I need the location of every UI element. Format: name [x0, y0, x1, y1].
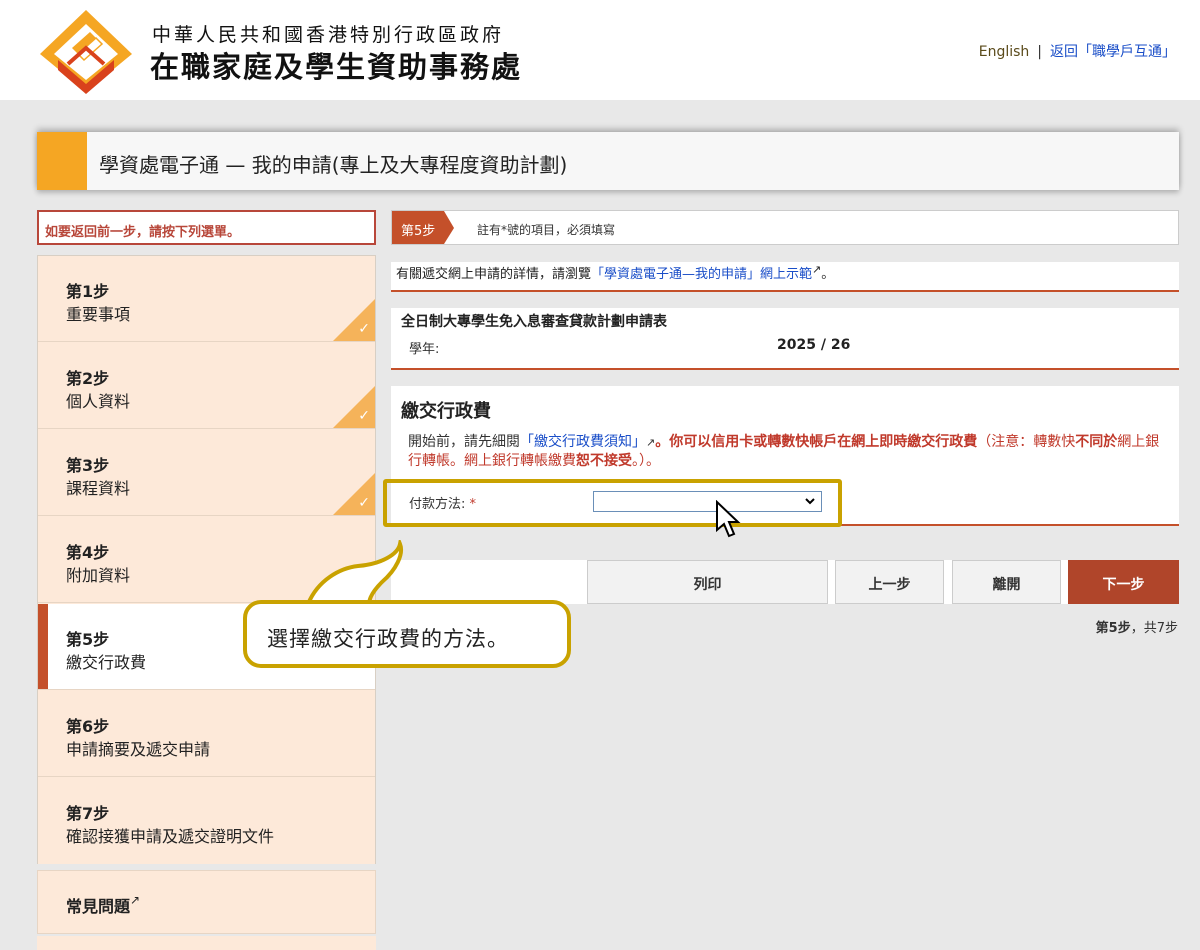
- step-indicator-bar: 第5步 註有*號的項目，必須填寫: [391, 210, 1179, 245]
- step-count-current: 第5步: [1095, 621, 1131, 636]
- external-link-icon: ↗: [812, 263, 822, 276]
- step-number: 第7步: [66, 804, 110, 823]
- payment-heading: 繳交行政費: [401, 401, 491, 422]
- step-count: 第5步，共7步: [1096, 617, 1178, 636]
- form-info-box: 全日制大專學生免入息審查貸款計劃申請表 學年: 2025 / 26: [391, 308, 1179, 370]
- faq-label: 常見問題: [66, 897, 131, 916]
- print-button[interactable]: 列印: [587, 560, 828, 604]
- sidebar-step-3[interactable]: 第3步 課程資料 ✓: [38, 430, 375, 516]
- step-name: 確認接獲申請及遞交證明文件: [66, 827, 275, 846]
- page-title-bar: 學資處電子通 — 我的申請(專上及大專程度資助計劃): [37, 132, 1179, 190]
- step-number: 第4步: [66, 543, 110, 562]
- callout-tail: [306, 540, 403, 607]
- info-prefix: 有關遞交網上申請的詳情，請瀏覽: [396, 267, 592, 282]
- sidebar-step-1[interactable]: 第1步 重要事項 ✓: [38, 256, 375, 342]
- info-suffix: 。: [821, 267, 835, 282]
- required-note: 註有*號的項目，必須填寫: [477, 223, 616, 237]
- step-name: 繳交行政費: [66, 653, 147, 672]
- step-name: 附加資料: [66, 566, 131, 585]
- step-count-total: 共7步: [1143, 621, 1178, 636]
- step-name: 個人資料: [66, 392, 131, 411]
- desc-note-bold1: 不同於: [1075, 434, 1118, 450]
- step-number: 第6步: [66, 717, 110, 736]
- desc-payment-methods: 。你可以信用卡或轉數快帳戶在網上即時繳交行政費: [655, 434, 978, 450]
- academic-year-value: 2025 / 26: [777, 337, 851, 353]
- desc-note-part3: 。）。: [632, 453, 660, 469]
- desc-note-bold2: 恕不接受: [576, 453, 632, 469]
- org-name-line1: 中華人民共和國香港特別行政區政府: [152, 24, 505, 46]
- demo-link[interactable]: 「學資處電子通—我的申請」網上示範: [591, 267, 812, 282]
- link-separator: |: [1037, 44, 1042, 60]
- academic-year-label: 學年:: [409, 342, 440, 357]
- active-step-indicator: [38, 604, 48, 689]
- sidebar-footer-strip: [37, 936, 376, 950]
- faq-link[interactable]: 常見問題↗: [37, 870, 376, 934]
- step-name: 申請摘要及遞交申請: [66, 740, 211, 759]
- check-icon: ✓: [358, 408, 370, 424]
- step-number: 第5步: [66, 630, 110, 649]
- payment-method-highlight: [383, 479, 842, 527]
- english-link[interactable]: English: [979, 44, 1030, 60]
- org-name-line2: 在職家庭及學生資助事務處: [150, 50, 523, 84]
- top-links: English | 返回「職學戶互通」: [979, 41, 1176, 61]
- page-title: 學資處電子通 — 我的申請(專上及大專程度資助計劃): [99, 153, 568, 177]
- payment-description: 開始前，請先細閱「繳交行政費須知」↗。你可以信用卡或轉數快帳戶在網上即時繳交行政…: [408, 433, 1168, 471]
- desc-note-part1: （注意：轉數快: [977, 434, 1076, 450]
- back-hint: 如要返回前一步，請按下列選單。: [37, 210, 376, 245]
- mouse-cursor-icon: [716, 500, 741, 538]
- check-icon: ✓: [358, 321, 370, 337]
- step-number: 第1步: [66, 282, 110, 301]
- title-accent: [37, 132, 87, 190]
- step-count-comma: ，: [1130, 621, 1144, 636]
- external-link-icon: ↗: [130, 893, 141, 907]
- info-box: 有關遞交網上申請的詳情，請瀏覽「學資處電子通—我的申請」網上示範↗。: [391, 262, 1179, 292]
- step-name: 課程資料: [66, 479, 131, 498]
- sidebar-step-6[interactable]: 第6步 申請摘要及遞交申請: [38, 691, 375, 777]
- previous-step-button[interactable]: 上一步: [835, 560, 944, 604]
- step-name: 重要事項: [66, 305, 131, 324]
- sidebar-step-7[interactable]: 第7步 確認接獲申請及遞交證明文件: [38, 778, 375, 864]
- check-icon: ✓: [358, 495, 370, 511]
- sidebar-step-2[interactable]: 第2步 個人資料 ✓: [38, 343, 375, 429]
- instruction-callout: 選擇繳交行政費的方法。: [243, 600, 571, 668]
- wfsfaa-logo-icon: [40, 10, 132, 94]
- fee-notes-link[interactable]: 「繳交行政費須知」: [520, 434, 646, 450]
- back-to-portal-link[interactable]: 返回「職學戶互通」: [1050, 44, 1176, 60]
- form-title: 全日制大專學生免入息審查貸款計劃申請表: [401, 314, 667, 330]
- current-step-badge: 第5步: [392, 211, 454, 244]
- leave-button[interactable]: 離開: [952, 560, 1061, 604]
- step-number: 第3步: [66, 456, 110, 475]
- step-number: 第2步: [66, 369, 110, 388]
- next-step-button[interactable]: 下一步: [1068, 560, 1179, 604]
- desc-prefix: 開始前，請先細閱: [408, 434, 520, 450]
- external-link-icon: ↗: [646, 436, 656, 449]
- callout-text: 選擇繳交行政費的方法。: [267, 627, 509, 651]
- site-header: 中華人民共和國香港特別行政區政府 在職家庭及學生資助事務處 English | 返回…: [0, 0, 1200, 100]
